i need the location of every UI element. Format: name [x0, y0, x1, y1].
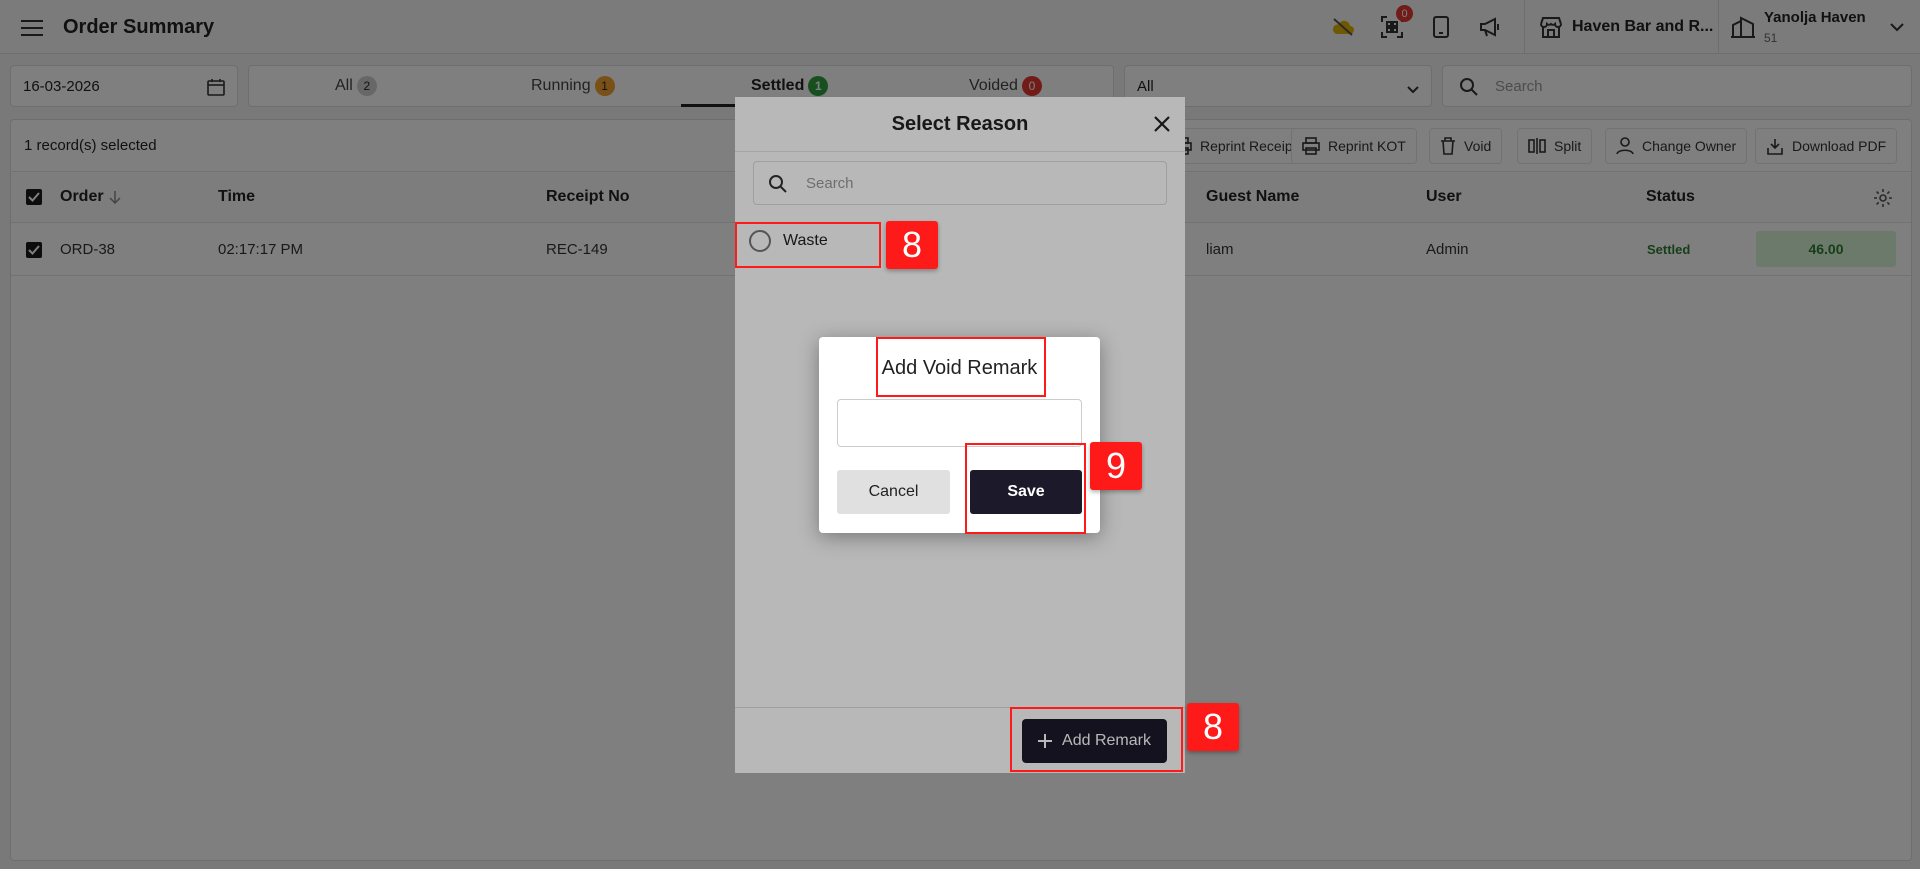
modal-title: Select Reason: [891, 113, 1029, 135]
close-icon[interactable]: [1149, 111, 1175, 137]
divider: [735, 151, 1185, 152]
search-icon: [768, 174, 788, 198]
step-badge-9: 9: [1090, 442, 1142, 490]
void-remark-input[interactable]: [837, 399, 1082, 447]
highlight-dialog-title: [876, 337, 1046, 397]
cancel-button[interactable]: Cancel: [837, 470, 950, 514]
highlight-waste-option: [735, 222, 881, 268]
reason-search-input[interactable]: Search: [753, 161, 1167, 205]
step-badge-8: 8: [1187, 703, 1239, 751]
reason-search-placeholder: Search: [806, 175, 854, 192]
step-badge-8: 8: [886, 221, 938, 269]
highlight-save-button: [965, 443, 1086, 534]
highlight-add-remark-button: [1010, 707, 1183, 772]
